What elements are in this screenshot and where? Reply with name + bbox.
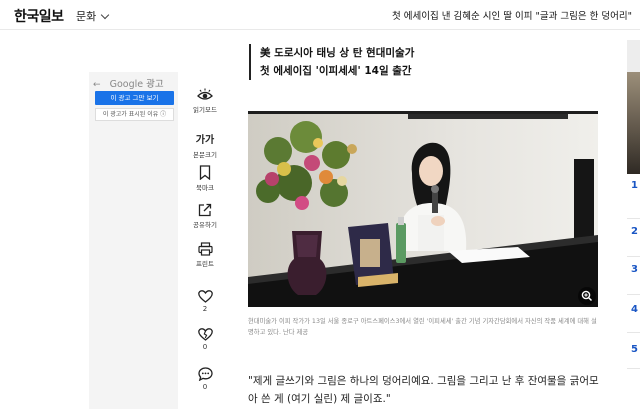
broken-heart-icon xyxy=(197,328,213,341)
site-logo[interactable]: 한국일보 xyxy=(14,6,64,26)
photo-caption: 현대미술가 이피 작가가 13일 서울 종로구 아트스페이스3에서 열린 '이피… xyxy=(248,318,597,336)
comment-count: 0 xyxy=(202,383,208,391)
right-rail-header xyxy=(627,40,640,72)
photo-illustration xyxy=(248,111,598,307)
eye-icon xyxy=(197,88,213,100)
bookmark-icon xyxy=(199,165,211,180)
comment-button[interactable]: 0 xyxy=(189,367,221,391)
header-headline: 첫 에세이집 낸 김혜순 시인 딸 이피 "글과 그림은 한 덩어리" xyxy=(392,11,632,22)
print-label: 프린트 xyxy=(196,260,214,268)
right-rail-divider xyxy=(627,368,640,369)
print-button[interactable]: 프린트 xyxy=(189,242,221,268)
chevron-down-icon xyxy=(101,10,110,20)
like-button[interactable]: 2 xyxy=(189,290,221,313)
site-header: 한국일보 문화 첫 에세이집 낸 김혜순 시인 딸 이피 "글과 그림은 한 덩… xyxy=(0,0,640,30)
rank-number[interactable]: 3 xyxy=(631,264,638,275)
right-rail-thumbnail[interactable] xyxy=(627,72,640,174)
right-rail-divider xyxy=(627,218,640,219)
bookmark-label: 북마크 xyxy=(196,184,214,192)
share-button[interactable]: 공유하기 xyxy=(189,203,221,229)
rank-number[interactable]: 1 xyxy=(631,180,638,191)
share-label: 공유하기 xyxy=(193,221,217,229)
ad-label: 광고 xyxy=(146,79,164,90)
font-size-icon: 가가 xyxy=(195,135,215,146)
font-size-label: 본문크기 xyxy=(193,151,217,159)
like-count: 2 xyxy=(202,305,208,313)
printer-icon xyxy=(197,242,213,256)
right-rail-divider xyxy=(627,332,640,333)
right-rail-divider xyxy=(627,256,640,257)
reaction-button[interactable]: 0 xyxy=(189,328,221,351)
share-icon xyxy=(198,203,212,217)
back-arrow-icon[interactable]: ← xyxy=(93,80,101,90)
article-subtitle: 美 도로시아 태닝 상 탄 현대미술가 첫 에세이집 '이피세세' 14일 출간 xyxy=(249,44,414,80)
reading-mode-label: 읽기모드 xyxy=(193,106,217,114)
google-logo: Google xyxy=(109,79,144,90)
subtitle-line-2: 첫 에세이집 '이피세세' 14일 출간 xyxy=(260,65,412,77)
ad-header: ← Google 광고 xyxy=(93,76,164,90)
rank-number[interactable]: 4 xyxy=(631,304,638,315)
rank-number[interactable]: 5 xyxy=(631,344,638,355)
ad-panel: ← Google 광고 이 광고 그만 보기 이 광고가 표시된 이유 ⓘ xyxy=(89,72,178,409)
article-photo[interactable] xyxy=(248,111,598,307)
why-ad-button[interactable]: 이 광고가 표시된 이유 ⓘ xyxy=(95,108,174,121)
reading-mode-button[interactable]: 읽기모드 xyxy=(189,88,221,114)
stop-ad-button[interactable]: 이 광고 그만 보기 xyxy=(95,91,174,105)
heart-icon xyxy=(197,290,213,303)
bookmark-button[interactable]: 북마크 xyxy=(189,165,221,192)
article-body: "제게 글쓰기와 그림은 하나의 덩어리예요. 그림을 그리고 난 후 잔여물을… xyxy=(248,375,599,405)
section-label: 문화 xyxy=(76,10,97,23)
zoom-icon[interactable] xyxy=(580,289,594,303)
rank-number[interactable]: 2 xyxy=(631,226,638,237)
reaction-count: 0 xyxy=(202,343,208,351)
section-menu[interactable]: 문화 xyxy=(76,8,110,24)
subtitle-line-1: 美 도로시아 태닝 상 탄 현대미술가 xyxy=(260,47,415,59)
comment-icon xyxy=(197,367,213,381)
font-size-button[interactable]: 가가 본문크기 xyxy=(189,128,221,159)
right-rail-divider xyxy=(627,294,640,295)
